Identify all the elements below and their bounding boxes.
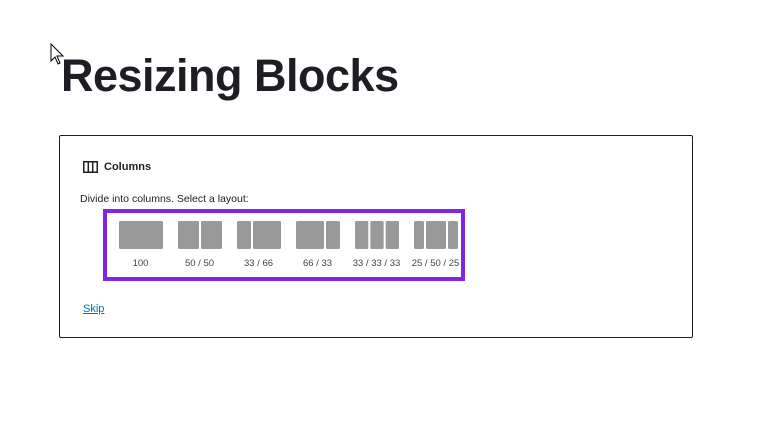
layout-icon	[118, 221, 163, 249]
layout-icon	[295, 221, 340, 249]
variation-label: 50 / 50	[184, 258, 215, 269]
variation-66-33[interactable]: 66 / 33	[288, 220, 347, 269]
column-shape	[447, 221, 458, 249]
column-shape	[236, 221, 251, 249]
variation-label: 25 / 50 / 25	[411, 258, 460, 269]
variation-label: 33 / 33 / 33	[352, 258, 401, 269]
columns-icon	[83, 161, 98, 173]
column-shape	[369, 221, 384, 249]
variation-label: 66 / 33	[302, 258, 333, 269]
column-shape	[295, 221, 324, 249]
column-shape	[118, 221, 163, 249]
column-shape	[413, 221, 424, 249]
columns-block-placeholder: Columns Divide into columns. Select a la…	[59, 135, 693, 338]
page-title[interactable]: Resizing Blocks	[61, 46, 399, 106]
layout-icon	[413, 221, 458, 249]
column-shape	[325, 221, 340, 249]
variation-label: 33 / 66	[243, 258, 274, 269]
column-shape	[177, 221, 199, 249]
variation-label: 100	[132, 258, 149, 269]
variation-25-50-25[interactable]: 25 / 50 / 25	[406, 220, 465, 269]
variation-picker: 100 50 / 50 33 / 66 66 / 33 33 / 33 / 33 25 /…	[111, 220, 465, 269]
column-shape	[385, 221, 399, 249]
variation-100[interactable]: 100	[111, 220, 170, 269]
column-shape	[354, 221, 368, 249]
variation-33-33-33[interactable]: 33 / 33 / 33	[347, 220, 406, 269]
column-shape	[425, 221, 446, 249]
variation-50-50[interactable]: 50 / 50	[170, 220, 229, 269]
layout-icon	[236, 221, 281, 249]
column-shape	[252, 221, 281, 249]
variation-33-66[interactable]: 33 / 66	[229, 220, 288, 269]
placeholder-instructions: Divide into columns. Select a layout:	[80, 193, 249, 205]
column-shape	[200, 221, 222, 249]
block-label-text: Columns	[104, 161, 152, 173]
skip-link[interactable]: Skip	[83, 303, 104, 315]
layout-icon	[354, 221, 399, 249]
layout-icon	[177, 221, 222, 249]
block-label: Columns	[83, 161, 151, 173]
